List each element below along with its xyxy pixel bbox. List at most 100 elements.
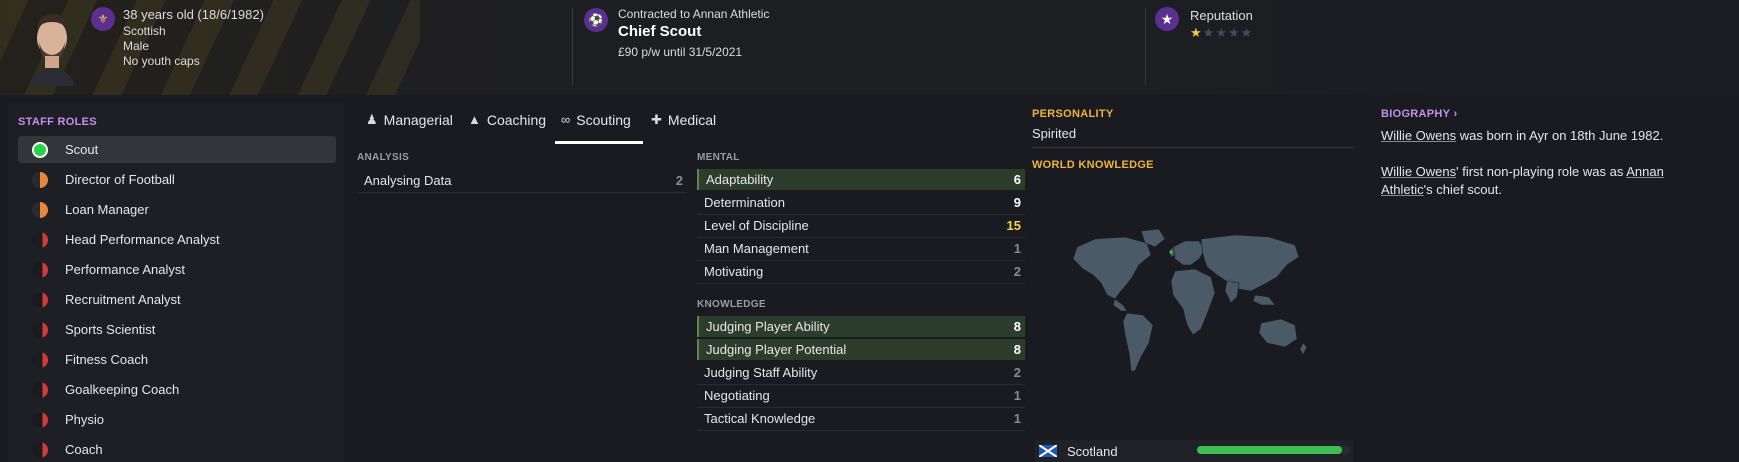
tab-label: Scouting [576, 112, 631, 128]
staff-role-label: Goalkeeping Coach [65, 382, 180, 397]
staff-role-item[interactable]: Recruitment Analyst [18, 286, 336, 313]
chevron-right-icon: › [1453, 108, 1458, 120]
knowledge-bar-fill [1197, 446, 1342, 454]
tab-label: Coaching [486, 112, 547, 128]
header-divider [572, 8, 573, 86]
tab-label: Medical [667, 112, 717, 128]
club-crest-icon[interactable]: ⚽ [584, 8, 608, 32]
cones-icon: ▲ [468, 112, 481, 127]
attribute-divider [697, 430, 1025, 431]
attribute-value: 2 [1013, 264, 1021, 279]
attribute-name: Man Management [704, 241, 809, 256]
biography-title[interactable]: BIOGRAPHY › [1381, 108, 1457, 120]
staff-role-item[interactable]: Sports Scientist [18, 316, 336, 343]
world-map [1072, 228, 1308, 372]
attribute-row[interactable]: Determination 9 [697, 192, 1025, 213]
star-icon: ★ [1240, 25, 1254, 40]
job-title: Chief Scout [618, 23, 702, 40]
reputation-label: Reputation [1190, 8, 1253, 23]
attribute-value: 1 [1013, 411, 1021, 426]
attribute-row[interactable]: Judging Player Ability 8 [697, 316, 1025, 337]
bio-text: was born in Ayr on 18th June 1982. [1456, 128, 1664, 143]
attribute-row[interactable]: Adaptability 6 [697, 169, 1025, 190]
bio-text: ' first non-playing role was as [1456, 164, 1627, 179]
role-suitability-icon [32, 201, 48, 218]
role-suitability-icon [32, 321, 48, 338]
staff-role-item[interactable]: Performance Analyst [18, 256, 336, 283]
knowledge-title: KNOWLEDGE [697, 299, 766, 310]
staff-role-label: Recruitment Analyst [65, 292, 181, 307]
role-suitability-icon [32, 261, 48, 278]
attribute-row[interactable]: Analysing Data 2 [357, 170, 687, 191]
staff-role-item[interactable]: Fitness Coach [18, 346, 336, 373]
attribute-value: 9 [1013, 195, 1021, 210]
attribute-name: Judging Player Potential [706, 342, 847, 357]
world-knowledge-title: WORLD KNOWLEDGE [1032, 159, 1154, 171]
attribute-name: Level of Discipline [704, 218, 809, 233]
staff-name-link[interactable]: Willie Owens [1381, 164, 1456, 179]
staff-role-item[interactable]: Director of Football [18, 166, 336, 193]
person-icon: ♟ [366, 112, 378, 127]
staff-role-label: Loan Manager [65, 202, 149, 217]
profile-header: ⚜ 38 years old (18/6/1982) Scottish Male… [0, 0, 1739, 95]
contract-text[interactable]: Contracted to Annan Athletic [618, 6, 769, 23]
staff-role-item[interactable]: Goalkeeping Coach [18, 376, 336, 403]
personality-title: PERSONALITY [1032, 108, 1114, 120]
staff-role-item[interactable]: Loan Manager [18, 196, 336, 223]
role-suitability-icon [32, 441, 48, 458]
staff-role-item[interactable]: Head Performance Analyst [18, 226, 336, 253]
attribute-row[interactable]: Judging Player Potential 8 [697, 339, 1025, 360]
binoculars-icon: ∞ [561, 112, 571, 127]
staff-role-label: Scout [65, 142, 99, 157]
role-suitability-icon [32, 351, 48, 368]
staff-role-label: Sports Scientist [65, 322, 156, 337]
tab-scouting[interactable]: ∞ Scouting [561, 112, 631, 140]
attribute-divider [697, 283, 1025, 284]
tab-label: Managerial [383, 112, 453, 128]
tab-medical[interactable]: ✚ Medical [651, 112, 716, 140]
staff-roles-title: STAFF ROLES [18, 116, 97, 128]
staff-role-item[interactable]: Physio [18, 406, 336, 433]
attribute-row[interactable]: Negotiating 1 [697, 385, 1025, 406]
attribute-value: 15 [1006, 218, 1021, 233]
tab-coaching[interactable]: ▲ Coaching [468, 112, 546, 140]
header-divider [1145, 8, 1146, 86]
medkit-icon: ✚ [651, 112, 662, 127]
staff-role-label: Director of Football [65, 172, 175, 187]
attribute-name: Negotiating [704, 388, 770, 403]
attribute-value: 2 [675, 173, 683, 188]
nation-name: Scotland [1067, 443, 1118, 459]
attribute-value: 2 [1013, 365, 1021, 380]
staff-role-label: Physio [65, 412, 105, 427]
staff-role-item[interactable]: Scout [18, 136, 336, 163]
attribute-row[interactable]: Man Management 1 [697, 238, 1025, 259]
divider [1032, 147, 1354, 148]
attribute-row[interactable]: Motivating 2 [697, 261, 1025, 282]
staff-role-label: Head Performance Analyst [65, 232, 220, 247]
staff-role-label: Fitness Coach [65, 352, 149, 367]
attribute-name: Tactical Knowledge [704, 411, 816, 426]
attribute-name: Adaptability [706, 172, 774, 187]
role-suitability-icon [32, 231, 48, 248]
mental-title: MENTAL [697, 152, 740, 163]
star-icon: ★ [1190, 25, 1203, 40]
biography-paragraph-1: Willie Owens was born in Ayr on 18th Jun… [1381, 127, 1691, 145]
scotland-flag-icon [1039, 445, 1057, 457]
staff-role-item[interactable]: Coach [18, 436, 336, 462]
star-icon: ★ [1155, 7, 1179, 31]
attribute-name: Judging Player Ability [706, 319, 830, 334]
wage-text: £90 p/w until 31/5/2021 [618, 45, 743, 59]
staff-name-link[interactable]: Willie Owens [1381, 128, 1456, 143]
biography-paragraph-2: Willie Owens' first non-playing role was… [1381, 163, 1691, 199]
attribute-name: Motivating [704, 264, 764, 279]
star-icon: ★ [1202, 25, 1216, 40]
tab-managerial[interactable]: ♟ Managerial [366, 112, 453, 140]
attribute-row[interactable]: Judging Staff Ability 2 [697, 362, 1025, 383]
reputation-stars: ★★★★★ [1190, 25, 1253, 41]
role-suitability-icon [32, 171, 48, 188]
attribute-row[interactable]: Tactical Knowledge 1 [697, 408, 1025, 429]
attribute-value: 6 [1013, 172, 1021, 187]
active-tab-indicator [555, 141, 643, 144]
attribute-row[interactable]: Level of Discipline 15 [697, 215, 1025, 236]
role-suitability-icon [32, 381, 48, 398]
